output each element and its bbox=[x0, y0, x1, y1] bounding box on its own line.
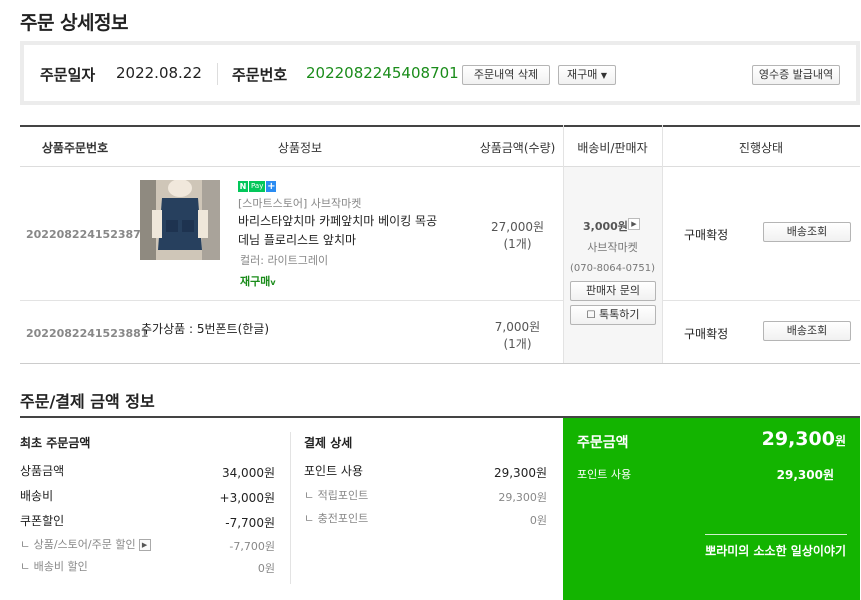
page-title: 주문 상세정보 bbox=[20, 12, 129, 34]
point-use-summary-label: 포인트 사용 bbox=[577, 468, 632, 481]
accumulated-point-label: ㄴ 적립포인트 bbox=[304, 489, 369, 502]
shipping-fee-value: +3,000원 bbox=[219, 491, 275, 505]
coupon-discount-value: -7,700원 bbox=[225, 516, 275, 530]
table-header: 상품주문번호 상품정보 상품금액(수량) 배송비/판매자 진행상태 bbox=[20, 125, 860, 167]
payment-summary: 최초 주문금액 상품금액 34,000원 배송비 +3,000원 쿠폰할인 -7… bbox=[20, 416, 860, 600]
header-shipping-seller: 배송비/판매자 bbox=[577, 141, 648, 155]
chevron-right-icon[interactable]: ▶ bbox=[628, 218, 640, 230]
track-delivery-button[interactable]: 배송조회 bbox=[763, 321, 851, 341]
promo-link[interactable]: 뽀라미의 소소한 일상이야기 bbox=[705, 542, 846, 559]
total-amount: 29,300원 bbox=[762, 428, 846, 450]
row-divider bbox=[662, 300, 860, 301]
product-amount-label: 상품금액 bbox=[20, 464, 65, 478]
item-price: 7,000원 bbox=[494, 320, 541, 334]
accumulated-point-value: 29,300원 bbox=[498, 491, 547, 504]
order-items-table: 상품주문번호 상품정보 상품금액(수량) 배송비/판매자 진행상태 202208… bbox=[20, 125, 860, 365]
table-bottom-border bbox=[20, 363, 860, 364]
order-summary-box: 주문일자 2022.08.22 주문번호 2022082245408701 주문… bbox=[20, 41, 860, 105]
reorder-button-label: 재구매 bbox=[566, 68, 598, 81]
charged-point-value: 0원 bbox=[529, 514, 547, 527]
point-use-summary-value: 29,300원 bbox=[776, 468, 834, 482]
divider bbox=[705, 534, 847, 535]
total-amount-unit: 원 bbox=[834, 434, 846, 448]
store-discount-label: ㄴ 상품/스토어/주문 할인 ▶ bbox=[20, 536, 151, 552]
seller-inquiry-button[interactable]: 판매자 문의 bbox=[570, 281, 656, 301]
npay-badge: N Pay + bbox=[238, 181, 277, 192]
item-quantity: (1개) bbox=[503, 237, 532, 251]
product-order-number: 2022082241523881 bbox=[26, 327, 149, 340]
seller-phone: (070-8064-0751) bbox=[569, 263, 655, 274]
header-price-qty: 상품금액(수량) bbox=[479, 141, 556, 155]
column-divider bbox=[290, 432, 291, 584]
shipping-discount-value: 0원 bbox=[257, 562, 275, 575]
naver-n-icon: N bbox=[238, 181, 248, 192]
header-status: 진행상태 bbox=[738, 141, 784, 155]
total-amount-label: 주문금액 bbox=[577, 435, 629, 451]
rebuy-link-label: 재구매 bbox=[240, 275, 271, 288]
order-date-value: 2022.08.22 bbox=[116, 64, 202, 82]
talk-talk-label: 톡톡하기 bbox=[598, 308, 640, 321]
apron-image bbox=[140, 180, 220, 260]
chevron-right-icon[interactable]: ▶ bbox=[138, 539, 151, 551]
receipt-history-button[interactable]: 영수증 발급내역 bbox=[752, 65, 840, 85]
payment-section-title: 주문/결제 금액 정보 bbox=[20, 392, 155, 411]
product-thumbnail[interactable] bbox=[140, 180, 220, 260]
pay-icon: Pay bbox=[249, 181, 266, 192]
product-name-line2[interactable]: 데님 플로리스트 앞치마 bbox=[238, 231, 356, 248]
seller-name: 사브작마켓 bbox=[587, 241, 638, 254]
column-divider bbox=[662, 167, 663, 363]
store-name-link[interactable]: [스마트스토어] 사브작마켓 bbox=[238, 195, 361, 211]
divider bbox=[217, 63, 218, 85]
order-number-label: 주문번호 bbox=[232, 66, 288, 84]
add-on-product-name: 추가상품 : 5번폰트(한글) bbox=[141, 322, 270, 336]
store-discount-label-text: ㄴ 상품/스토어/주문 할인 bbox=[20, 538, 136, 551]
store-discount-value: -7,700원 bbox=[229, 540, 275, 553]
chat-icon: ☐ bbox=[586, 310, 596, 321]
coupon-discount-label: 쿠폰할인 bbox=[20, 514, 65, 528]
order-status: 구매확정 bbox=[684, 228, 729, 242]
payment-detail-title: 결제 상세 bbox=[304, 436, 353, 450]
talk-talk-button[interactable]: ☐ 톡톡하기 bbox=[570, 305, 656, 325]
product-amount-value: 34,000원 bbox=[221, 466, 275, 480]
shipping-discount-label: ㄴ 배송비 할인 bbox=[20, 560, 88, 573]
order-status: 구매확정 bbox=[684, 327, 729, 341]
shipping-fee: 3,000원 bbox=[583, 220, 628, 233]
rebuy-link[interactable]: 재구매v bbox=[240, 273, 276, 289]
item-quantity: (1개) bbox=[503, 337, 532, 351]
row-divider bbox=[20, 300, 563, 301]
column-divider bbox=[563, 125, 564, 167]
charged-point-label: ㄴ 충전포인트 bbox=[304, 512, 369, 525]
reorder-button[interactable]: 재구매 ▼ bbox=[558, 65, 616, 85]
track-delivery-button[interactable]: 배송조회 bbox=[763, 222, 851, 242]
total-amount-panel: 주문금액 29,300원 포인트 사용 29,300원 뽀라미의 소소한 일상이… bbox=[563, 418, 860, 600]
order-number-value: 2022082245408701 bbox=[306, 64, 459, 82]
plus-icon: + bbox=[266, 181, 277, 192]
chevron-down-icon: v bbox=[270, 278, 276, 287]
header-order-item-number: 상품주문번호 bbox=[41, 141, 109, 155]
product-order-number: 2022082241523871 bbox=[26, 228, 149, 241]
product-option: 컬러: 라이트그레이 bbox=[240, 254, 329, 267]
chevron-down-icon: ▼ bbox=[600, 71, 608, 80]
order-date-label: 주문일자 bbox=[40, 66, 96, 84]
item-price: 27,000원 bbox=[490, 220, 545, 234]
product-name-line1[interactable]: 바리스타앞치마 카페앞치마 베이킹 목공 bbox=[238, 212, 437, 229]
total-amount-value: 29,300 bbox=[761, 428, 835, 450]
delete-order-button[interactable]: 주문내역 삭제 bbox=[462, 65, 550, 85]
point-use-value: 29,300원 bbox=[493, 466, 547, 480]
shipping-fee-label: 배송비 bbox=[20, 489, 54, 503]
point-use-label: 포인트 사용 bbox=[304, 464, 364, 478]
initial-order-amount-title: 최초 주문금액 bbox=[20, 436, 91, 450]
column-divider bbox=[662, 125, 663, 167]
header-product-info: 상품정보 bbox=[277, 141, 323, 155]
